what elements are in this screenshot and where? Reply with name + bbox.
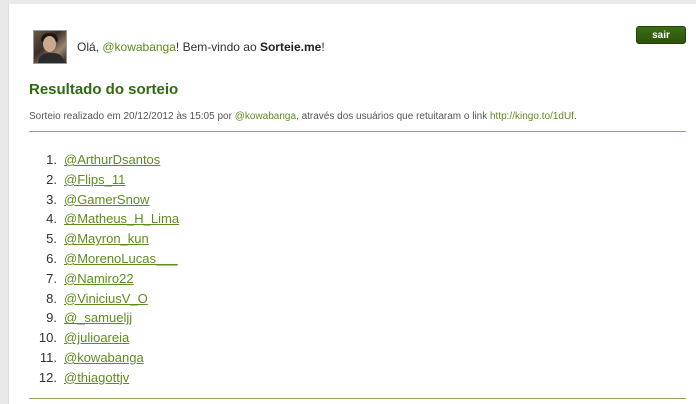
winner-item: 3. @GamerSnow xyxy=(29,190,179,210)
winner-item: 9. @_samueljj xyxy=(29,308,179,328)
winner-link[interactable]: @Matheus_H_Lima xyxy=(64,209,179,229)
draw-info-middle: , através dos usuários que retuitaram o … xyxy=(296,111,490,122)
winner-link[interactable]: @ArthurDsantos xyxy=(64,150,160,170)
welcome-message: Olá, @kowabanga! Bem-vindo ao Sorteie.me… xyxy=(77,40,325,54)
winner-rank: 4. xyxy=(46,211,57,227)
winner-item: 12. @thiagottjv xyxy=(29,368,179,388)
draw-info-suffix: . xyxy=(573,111,577,122)
winner-item: 10. @julioareia xyxy=(29,328,179,348)
greeting-middle: ! Bem-vindo ao xyxy=(175,40,260,54)
winner-link[interactable]: @julioareia xyxy=(64,328,129,348)
winner-item: 7. @Namiro22 xyxy=(29,269,179,289)
winner-rank: 12. xyxy=(38,369,57,385)
winner-rank: 10. xyxy=(38,330,57,346)
winner-rank: 8. xyxy=(46,290,57,306)
winner-link[interactable]: @ViniciusV_O xyxy=(64,289,148,309)
winner-link[interactable]: @_samueljj xyxy=(64,308,132,328)
winner-rank: 3. xyxy=(46,191,57,207)
winner-item: 11. @kowabanga xyxy=(29,348,179,368)
winner-link[interactable]: @GamerSnow xyxy=(64,190,149,210)
top-divider xyxy=(29,131,686,132)
winner-rank: 5. xyxy=(46,231,57,247)
winner-link[interactable]: @Flips_11 xyxy=(64,170,125,190)
winner-rank: 11. xyxy=(39,349,57,365)
username-link[interactable]: @kowabanga xyxy=(102,40,176,54)
winner-item: 5. @Mayron_kun xyxy=(29,229,179,249)
winner-item: 6. @MorenoLucas___ xyxy=(29,249,179,269)
winner-link[interactable]: @thiagottjv xyxy=(64,368,129,388)
winner-item: 2. @Flips_11 xyxy=(29,170,179,190)
winner-rank: 7. xyxy=(46,270,57,286)
bottom-divider xyxy=(29,398,686,399)
logout-button[interactable]: sair xyxy=(636,26,686,44)
user-avatar[interactable] xyxy=(33,30,67,64)
main-panel: Olá, @kowabanga! Bem-vindo ao Sorteie.me… xyxy=(8,4,696,404)
winner-link[interactable]: @MorenoLucas___ xyxy=(64,249,178,269)
winners-list: 1. @ArthurDsantos 2. @Flips_11 3. @GamerSnow 4… xyxy=(29,150,179,388)
page-title: Resultado do sorteio xyxy=(29,81,179,98)
winner-rank: 1. xyxy=(46,152,57,167)
winner-link[interactable]: @Mayron_kun xyxy=(64,229,149,249)
greeting-suffix: ! xyxy=(321,40,325,54)
winner-link[interactable]: @Namiro22 xyxy=(64,269,134,289)
winner-item: 1. @ArthurDsantos xyxy=(29,150,179,170)
winner-rank: 2. xyxy=(46,171,57,187)
greeting-prefix: Olá, xyxy=(77,40,103,54)
draw-author-link[interactable]: @kowabanga xyxy=(235,111,296,122)
draw-info: Sorteio realizado em 20/12/2012 às 15:05… xyxy=(29,111,577,122)
winner-link[interactable]: @kowabanga xyxy=(64,348,144,368)
site-name: Sorteie.me xyxy=(259,40,322,54)
tweet-link[interactable]: http://kingo.to/1dUf xyxy=(490,111,574,122)
winner-rank: 6. xyxy=(46,250,57,266)
draw-info-prefix: Sorteio realizado em 20/12/2012 às 15:05… xyxy=(29,111,235,122)
winner-rank: 9. xyxy=(46,310,57,326)
user-header: Olá, @kowabanga! Bem-vindo ao Sorteie.me… xyxy=(33,30,325,64)
winner-item: 4. @Matheus_H_Lima xyxy=(29,209,179,229)
winner-item: 8. @ViniciusV_O xyxy=(29,289,179,309)
